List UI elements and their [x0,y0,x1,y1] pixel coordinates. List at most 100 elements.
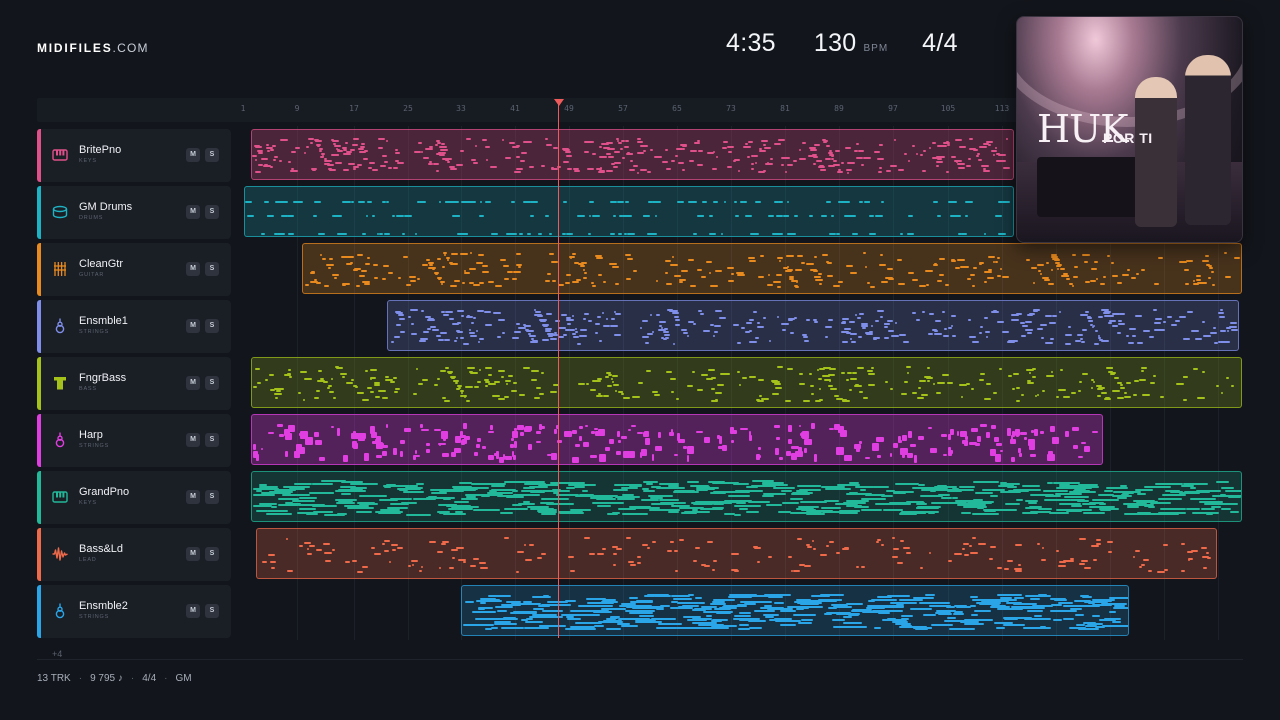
solo-button[interactable]: S [205,205,219,219]
footer-summary: 13 TRK · 9 795 ♪ · 4/4 · GM [37,673,192,684]
track-name: Ensmble2 [79,600,128,612]
track-color-stripe [37,528,41,581]
track-color-stripe [37,129,41,182]
solo-button[interactable]: S [205,262,219,276]
track-category: BASS [79,386,97,392]
midi-clip[interactable] [302,243,1242,294]
track-name: Ensmble1 [79,315,128,327]
track-header-ensmble2[interactable]: Ensmble2 STRINGS M S [37,585,231,638]
midi-clip[interactable] [251,129,1014,180]
midi-clip[interactable] [387,300,1239,351]
track-header-gm-drums[interactable]: GM Drums DRUMS M S [37,186,231,239]
mute-button[interactable]: M [186,547,200,561]
mute-button[interactable]: M [186,262,200,276]
site-logo[interactable]: MIDIFILES.COM [37,41,149,55]
track-color-stripe [37,585,41,638]
guitar-fretboard-icon [52,261,68,277]
track-header-harp[interactable]: Harp STRINGS M S [37,414,231,467]
tempo-unit: BPM [863,43,889,54]
track-name: FngrBass [79,372,127,384]
track-color-stripe [37,186,41,239]
drum-icon [52,204,68,220]
solo-button[interactable]: S [205,376,219,390]
track-count: 13 TRK [37,673,71,684]
track-name: Bass&Ld [79,543,124,555]
violin-icon [52,603,68,619]
meter-label: 4/4 [142,673,157,684]
song-stats: 4:35 130 BPM 4/4 [726,29,958,58]
ruler-tick-73: 73 [726,104,736,113]
mute-button[interactable]: M [186,319,200,333]
track-header-bass-ld[interactable]: Bass&Ld LEAD M S [37,528,231,581]
midi-clip[interactable] [251,357,1242,408]
ruler-tick-57: 57 [618,104,628,113]
mute-button[interactable]: M [186,433,200,447]
track-header-britepno[interactable]: BritePno KEYS M S [37,129,231,182]
track-category: KEYS [79,158,97,164]
ruler-tick-41: 41 [510,104,520,113]
ruler-tick-65: 65 [672,104,682,113]
solo-button[interactable]: S [205,433,219,447]
mute-button[interactable]: M [186,604,200,618]
mute-button[interactable]: M [186,376,200,390]
mute-button[interactable]: M [186,148,200,162]
waveform-icon [52,546,68,562]
track-category: LEAD [79,557,97,563]
solo-button[interactable]: S [205,148,219,162]
track-header-fngrbass[interactable]: FngrBass BASS M S [37,357,231,410]
track-color-stripe [37,414,41,467]
time-signature-readout: 4/4 [922,29,958,57]
track-color-stripe [37,471,41,524]
ruler-tick-9: 9 [294,104,300,113]
track-color-stripe [37,357,41,410]
ruler-tick-113: 113 [994,104,1010,113]
track-category: DRUMS [79,215,104,221]
playhead[interactable] [558,100,559,638]
playhead-marker-icon[interactable] [554,99,564,106]
solo-button[interactable]: S [205,319,219,333]
track-category: KEYS [79,500,97,506]
album-subtitle: POR TI [1103,130,1153,146]
midi-clip[interactable] [256,528,1217,579]
track-name: GrandPno [79,486,130,498]
midi-clip[interactable] [461,585,1129,636]
footer-divider [37,659,1243,660]
midi-standard: GM [175,673,192,684]
violin-icon [52,318,68,334]
bass-icon [52,375,68,391]
note-count: 9 795 ♪ [90,673,123,684]
violin-icon [52,432,68,448]
mute-button[interactable]: M [186,205,200,219]
mute-button[interactable]: M [186,490,200,504]
logo-brand: MIDIFILES [37,41,113,55]
duration-readout: 4:35 [726,29,776,57]
solo-button[interactable]: S [205,604,219,618]
track-color-stripe [37,243,41,296]
piano-keys-icon [52,147,68,163]
track-header-cleangtr[interactable]: CleanGtr GUITAR M S [37,243,231,296]
track-header-grandpno[interactable]: GrandPno KEYS M S [37,471,231,524]
track-category: GUITAR [79,272,105,278]
track-name: BritePno [79,144,122,156]
piano-keys-icon [52,489,68,505]
midi-clip[interactable] [251,414,1103,465]
solo-button[interactable]: S [205,490,219,504]
solo-button[interactable]: S [205,547,219,561]
ruler-tick-17: 17 [349,104,359,113]
ruler-tick-97: 97 [888,104,898,113]
track-name: Harp [79,429,103,441]
track-color-stripe [37,300,41,353]
ruler-tick-105: 105 [940,104,956,113]
album-cover: HUK POR TI [1016,16,1243,243]
more-tracks-indicator[interactable]: +4 [52,649,62,659]
ruler-tick-81: 81 [780,104,790,113]
midi-clip[interactable] [244,186,1014,237]
track-name: GM Drums [79,201,133,213]
track-category: STRINGS [79,443,110,449]
track-header-ensmble1[interactable]: Ensmble1 STRINGS M S [37,300,231,353]
ruler-tick-89: 89 [834,104,844,113]
ruler-tick-49: 49 [564,104,574,113]
logo-domain: .COM [112,41,149,55]
midi-clip[interactable] [251,471,1242,522]
tempo-readout: 130 [813,29,857,57]
